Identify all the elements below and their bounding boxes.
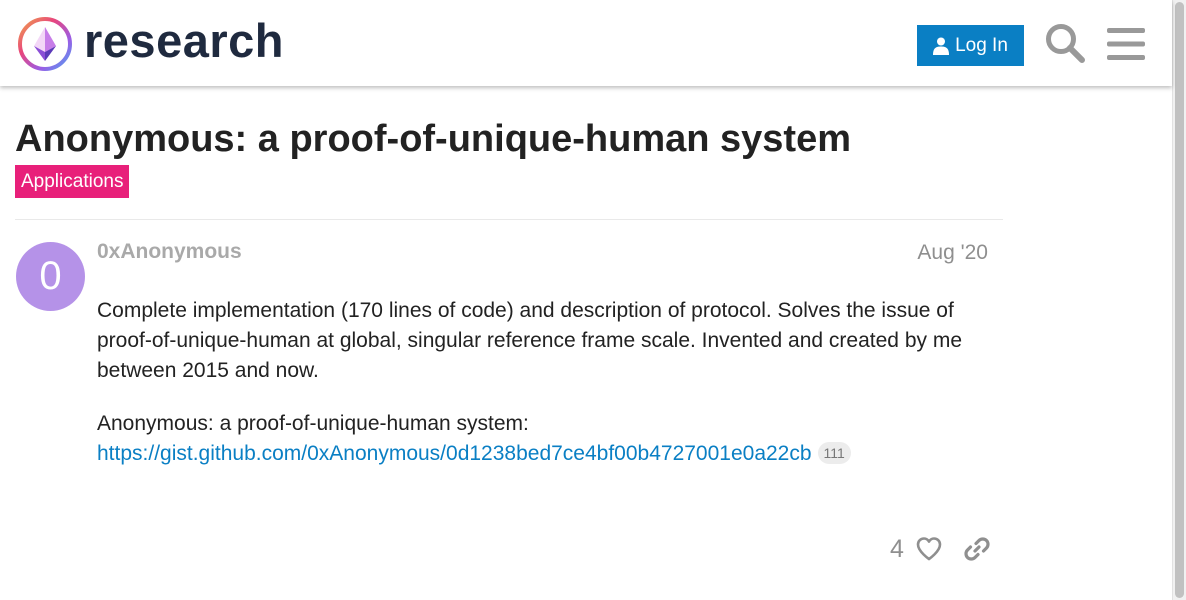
site-title[interactable]: research [84, 13, 284, 68]
link-click-count-badge: 111 [817, 442, 851, 464]
link-intro-text: Anonymous: a proof-of-unique-human syste… [97, 412, 529, 435]
search-icon[interactable] [1044, 22, 1086, 64]
like-count[interactable]: 4 [890, 535, 904, 564]
link-icon[interactable] [963, 535, 991, 563]
scrollbar-thumb[interactable] [1175, 2, 1184, 598]
post-username[interactable]: 0xAnonymous [97, 240, 242, 264]
login-button[interactable]: Log In [917, 25, 1024, 66]
hamburger-menu-icon[interactable] [1107, 27, 1145, 61]
topic-title[interactable]: Anonymous: a proof-of-unique-human syste… [15, 118, 851, 161]
gist-link[interactable]: https://gist.github.com/0xAnonymous/0d12… [97, 442, 812, 465]
avatar[interactable]: 0 [16, 242, 85, 311]
heart-icon[interactable] [915, 535, 943, 563]
post-paragraph: Complete implementation (170 lines of co… [97, 299, 962, 382]
user-icon [933, 37, 950, 55]
login-label: Log In [955, 34, 1008, 56]
site-header: research Log In [0, 0, 1172, 86]
post-date[interactable]: Aug '20 [917, 241, 988, 265]
category-badge[interactable]: Applications [15, 165, 130, 198]
post-body: Complete implementation (170 lines of co… [97, 296, 997, 492]
divider [15, 219, 1003, 220]
page-scrollbar[interactable] [1172, 0, 1186, 600]
post-paragraph: Anonymous: a proof-of-unique-human syste… [97, 409, 997, 469]
ethresear-logo-icon[interactable] [16, 15, 74, 73]
